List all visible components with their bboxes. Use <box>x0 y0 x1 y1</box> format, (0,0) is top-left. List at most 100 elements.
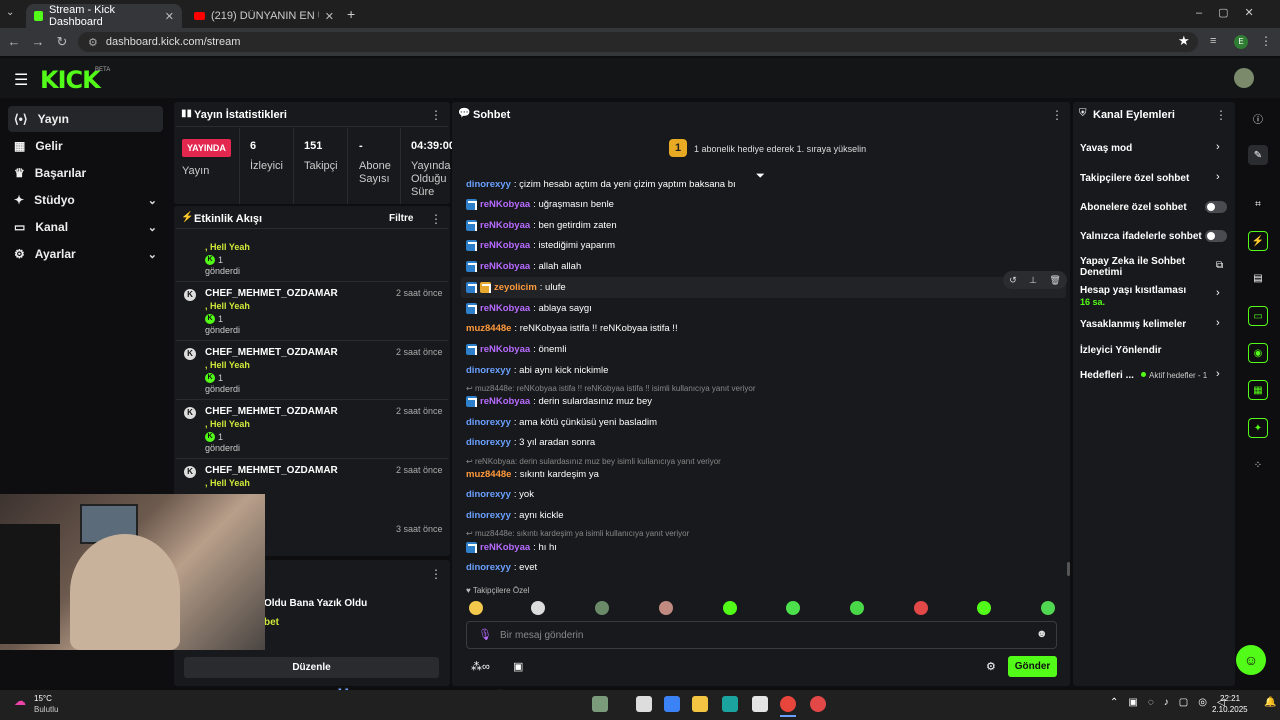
emote-icon[interactable] <box>723 601 737 615</box>
bookmark-star-icon[interactable]: ★ <box>1178 33 1190 49</box>
action-ai-moderation[interactable]: Yapay Zeka ile Sohbet Denetimi <box>1080 256 1190 278</box>
chat-username[interactable]: reNKobyaa <box>480 542 530 553</box>
chrome-icon[interactable] <box>780 696 796 712</box>
kebab-menu-icon[interactable]: ⋮ <box>430 567 442 581</box>
action-raid[interactable]: İzleyici Yönlendir <box>1080 345 1162 356</box>
chat-username[interactable]: dinorexyy <box>466 489 511 500</box>
profile-avatar[interactable]: E <box>1234 35 1248 49</box>
nav-item-kanal[interactable]: ▭ Kanal ⌄ <box>8 214 163 240</box>
hamburger-menu-icon[interactable]: ☰ <box>14 70 28 90</box>
chat-username[interactable]: muz8448e <box>466 323 511 334</box>
edge-icon[interactable] <box>722 696 738 712</box>
event-name[interactable]: CHEF_MEHMET_OZDAMAR <box>205 288 338 299</box>
back-icon[interactable]: ← <box>6 34 22 50</box>
pencil-icon[interactable]: ✎ <box>1248 145 1268 165</box>
chat-username[interactable]: reNKobyaa <box>480 261 530 272</box>
document-icon[interactable]: ▤ <box>1248 268 1268 288</box>
chat-icon[interactable]: ▭ <box>1248 306 1268 326</box>
copilot-icon[interactable] <box>664 696 680 712</box>
nav-item-ayarlar[interactable]: ⚙ Ayarlar ⌄ <box>8 241 163 267</box>
microphone-icon[interactable]: 🎙 <box>478 628 492 641</box>
chat-username[interactable]: reNKobyaa <box>480 303 530 314</box>
emote-icon[interactable] <box>850 601 864 615</box>
reading-list-icon[interactable]: ≡ <box>1210 35 1216 47</box>
broadcast-icon[interactable]: ◉ <box>1248 343 1268 363</box>
subscribers-only-toggle[interactable] <box>1205 201 1227 213</box>
edit-button[interactable]: Düzenle <box>184 657 439 678</box>
stats-icon[interactable]: ▦ <box>1248 380 1268 400</box>
chat-username[interactable]: reNKobyaa <box>480 396 530 407</box>
action-slow-mode[interactable]: Yavaş mod <box>1080 143 1132 154</box>
gift-leaderboard-text[interactable]: 1 abonelik hediye ederek 1. sıraya yükse… <box>694 144 866 154</box>
nav-item-studyo[interactable]: ✦ Stüdyo ⌄ <box>8 187 163 213</box>
chevron-right-icon[interactable]: › <box>1216 317 1220 329</box>
chat-username[interactable]: reNKobyaa <box>480 240 530 251</box>
weather-temp[interactable]: 15°C <box>34 694 52 703</box>
clock-time[interactable]: 22:21 <box>1220 694 1240 703</box>
store-icon[interactable] <box>752 696 768 712</box>
emote-icon[interactable] <box>786 601 800 615</box>
event-name[interactable]: CHEF_MEHMET_OZDAMAR <box>205 347 338 358</box>
chat-username[interactable]: reNKobyaa <box>480 199 530 210</box>
user-avatar[interactable] <box>1234 68 1254 88</box>
chat-username[interactable]: dinorexyy <box>466 179 511 190</box>
taskbar-app-icon[interactable] <box>592 696 608 712</box>
browser-menu-icon[interactable]: ⋮ <box>1260 34 1272 48</box>
kebab-menu-icon[interactable]: ⋮ <box>1215 108 1227 122</box>
chevron-right-icon[interactable]: › <box>1216 141 1220 153</box>
nav-item-basarilar[interactable]: ♛ Başarılar <box>8 160 163 186</box>
emoji-icon[interactable]: ☻ <box>1036 628 1048 640</box>
crop-icon[interactable]: ⌗ <box>1248 194 1268 214</box>
action-banned-words[interactable]: Yasaklanmış kelimeler <box>1080 319 1186 330</box>
emote-icon[interactable] <box>659 601 673 615</box>
chevron-right-icon[interactable]: › <box>1216 287 1220 299</box>
chat-username[interactable]: dinorexyy <box>466 437 511 448</box>
action-followers-only[interactable]: Takipçilere özel sohbet <box>1080 173 1189 184</box>
chat-username[interactable]: dinorexyy <box>466 562 511 573</box>
emote-icon[interactable] <box>531 601 545 615</box>
task-view-icon[interactable] <box>636 696 652 712</box>
obs-icon[interactable] <box>810 696 826 712</box>
action-goals[interactable]: Hedefleri ... <box>1080 370 1134 381</box>
event-name[interactable]: CHEF_MEHMET_OZDAMAR <box>205 406 338 417</box>
event-name[interactable]: CHEF_MEHMET_OZDAMAR <box>205 465 338 476</box>
tab-youtube[interactable]: (219) DÜNYANIN EN ÜNLÜ HA ✕ <box>186 4 342 28</box>
forward-icon[interactable]: → <box>30 34 46 50</box>
close-icon[interactable]: ✕ <box>165 10 174 23</box>
chat-username[interactable]: reNKobyaa <box>480 344 530 355</box>
nav-item-yayin[interactable]: ⟨•⟩ Yayın <box>8 106 163 132</box>
external-link-icon[interactable]: ⧉ <box>1216 260 1223 271</box>
support-chat-icon[interactable]: ☺ <box>1236 645 1266 675</box>
chevron-right-icon[interactable]: › <box>1216 171 1220 183</box>
delete-icon[interactable]: 🗑 <box>1049 275 1060 286</box>
pin-collapse-icon[interactable]: ⏷ <box>756 170 765 183</box>
chat-settings-icon[interactable]: ⚙ <box>986 660 996 673</box>
action-account-age[interactable]: Hesap yaşı kısıtlaması <box>1080 285 1186 296</box>
tab-list-icon[interactable]: ⌄ <box>6 7 14 18</box>
chat-username[interactable]: dinorexyy <box>466 510 511 521</box>
emote-icon[interactable] <box>977 601 991 615</box>
info-icon[interactable]: ⓘ <box>1248 108 1268 128</box>
site-info-icon[interactable]: ⚙ <box>88 36 98 49</box>
kebab-menu-icon[interactable]: ⋮ <box>1051 108 1063 122</box>
file-explorer-icon[interactable] <box>692 696 708 712</box>
send-button[interactable]: Gönder <box>1008 656 1057 677</box>
filter-button[interactable]: Filtre <box>389 213 413 224</box>
kick-logo[interactable]: KICK <box>40 66 101 94</box>
chat-scrollbar[interactable] <box>1067 562 1070 576</box>
tab-kick-dashboard[interactable]: Stream - Kick Dashboard ✕ <box>26 4 182 28</box>
reply-icon[interactable]: ↺ <box>1009 275 1017 286</box>
emote-icon[interactable] <box>595 601 609 615</box>
emote-icon[interactable] <box>1041 601 1055 615</box>
wrench-icon[interactable]: ✦ <box>1248 418 1268 438</box>
chat-username[interactable]: muz8448e <box>466 469 511 480</box>
nav-item-gelir[interactable]: ▦ Gelir <box>8 133 163 159</box>
notification-icon[interactable]: 🔔 <box>1264 697 1276 708</box>
apps-icon[interactable]: ⁘ <box>1248 455 1268 475</box>
emote-icon[interactable] <box>914 601 928 615</box>
community-icon[interactable]: ⁂∞ <box>471 660 490 673</box>
address-bar[interactable]: ⚙ dashboard.kick.com/stream <box>78 32 1198 52</box>
close-icon[interactable]: ✕ <box>325 10 334 23</box>
kebab-menu-icon[interactable]: ⋮ <box>430 108 442 122</box>
reload-icon[interactable]: ↻ <box>54 34 70 50</box>
